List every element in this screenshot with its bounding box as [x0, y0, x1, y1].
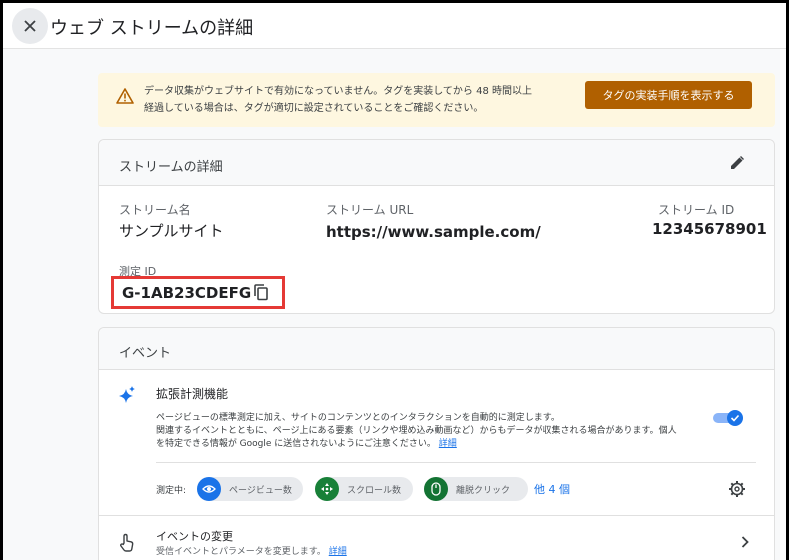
chip-scrolls[interactable]: スクロール数 [315, 477, 413, 501]
measuring-label: 測定中: [156, 486, 187, 496]
warning-line-2: 経過している場合は、タグが適切に設定されていることをご確認ください。 [144, 103, 484, 114]
enhanced-desc-text-3: を特定できる情報が Google に送信されないようにご注意ください。 [156, 439, 436, 449]
copy-icon[interactable] [253, 284, 269, 301]
view-tag-instructions-button[interactable]: タグの実装手順を表示する [585, 81, 752, 109]
divider [99, 515, 774, 516]
touch-icon [120, 533, 134, 552]
chip-icon-wrap [315, 477, 339, 501]
modify-events-title[interactable]: イベントの変更 [156, 528, 233, 544]
scroll-icon [321, 483, 333, 495]
stream-details-card: ストリームの詳細 ストリーム名 サンプルサイト ストリーム URL https:… [98, 139, 775, 314]
stream-url-label: ストリーム URL [326, 203, 414, 217]
warning-text: データ収集がウェブサイトで有効になっていません。タグを実装してから 48 時間以… [144, 83, 574, 117]
chip-label: スクロール数 [347, 486, 402, 496]
events-title: イベント [119, 346, 172, 361]
events-card: イベント 拡張計測機能 ページビューの標準測定に加え、サイトのコンテンツとのイン… [98, 327, 775, 560]
divider [156, 462, 756, 463]
chip-page-views[interactable]: ページビュー数 [197, 477, 303, 501]
enhanced-measurement-title: 拡張計測機能 [156, 387, 229, 401]
stream-details-title: ストリームの詳細 [119, 160, 223, 175]
more-events-link[interactable]: 他 4 個 [534, 481, 570, 497]
stream-name-value: サンプルサイト [119, 222, 224, 240]
stream-id-value: 12345678901 [652, 220, 767, 238]
enhanced-desc-line-1: ページビューの標準測定に加え、サイトのコンテンツとのインタラクションを自動的に測… [156, 413, 560, 423]
stream-details-header: ストリームの詳細 [99, 140, 774, 186]
check-icon [730, 414, 740, 422]
modify-events-description: 受信イベントとパラメータを変更します。 詳細 [156, 544, 347, 557]
chip-label: 離脱クリック [456, 486, 511, 496]
events-header: イベント [99, 328, 774, 370]
chip-label: ページビュー数 [229, 486, 292, 496]
gear-icon[interactable] [728, 480, 746, 498]
stream-id-label: ストリーム ID [658, 203, 735, 217]
stream-url-value: https://www.sample.com/ [326, 223, 541, 241]
edit-icon[interactable] [729, 155, 745, 171]
close-icon [24, 20, 36, 32]
enhanced-measurement-toggle[interactable] [713, 410, 743, 426]
warning-line-1: データ収集がウェブサイトで有効になっていません。タグを実装してから 48 時間以… [144, 86, 532, 97]
web-stream-details-panel: ウェブ ストリームの詳細 データ収集がウェブサイトで有効になっていません。タグを… [3, 3, 786, 560]
warning-icon [116, 88, 134, 104]
stream-name-label: ストリーム名 [119, 203, 191, 217]
enhanced-measurement-description: ページビューの標準測定に加え、サイトのコンテンツとのインタラクションを自動的に測… [156, 412, 716, 451]
enhanced-desc-line-2: 関連するイベントとともに、ページ上にある要素（リンクや埋め込み動画など）からもデ… [156, 426, 677, 436]
top-bar: ウェブ ストリームの詳細 [3, 3, 786, 49]
scroll-track[interactable] [780, 49, 786, 560]
warning-banner: データ収集がウェブサイトで有効になっていません。タグを実装してから 48 時間以… [98, 73, 775, 127]
toggle-knob [727, 410, 743, 426]
modify-learn-more-link[interactable]: 詳細 [329, 547, 347, 557]
enhanced-desc-line-3: を特定できる情報が Google に送信されないようにご注意ください。 詳細 [156, 438, 716, 451]
page-title: ウェブ ストリームの詳細 [50, 18, 254, 39]
chip-outbound-clicks[interactable]: 離脱クリック [424, 477, 528, 501]
mouse-icon [431, 482, 441, 496]
sparkle-icon [119, 386, 135, 403]
chip-icon-wrap [197, 477, 221, 501]
close-button[interactable] [12, 8, 48, 44]
chip-icon-wrap [424, 477, 448, 501]
chevron-right-icon[interactable] [740, 535, 750, 549]
eye-icon [202, 485, 216, 493]
measurement-id-highlight: G-1AB23CDEFG [111, 276, 285, 309]
modify-events-desc-text: 受信イベントとパラメータを変更します。 [156, 547, 326, 557]
measurement-id-value: G-1AB23CDEFG [122, 284, 252, 302]
enhanced-learn-more-link[interactable]: 詳細 [439, 439, 457, 449]
